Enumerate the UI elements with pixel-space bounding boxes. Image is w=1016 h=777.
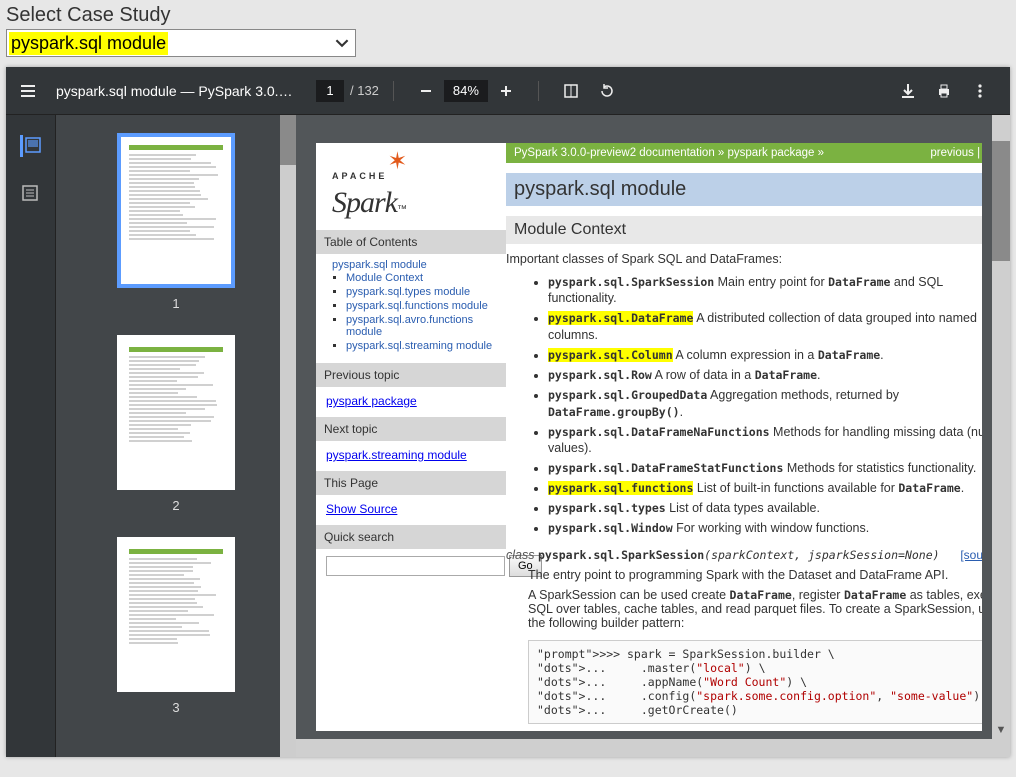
zoom-out-button[interactable]: [416, 81, 436, 101]
api-item: pyspark.sql.Row A row of data in a DataF…: [548, 365, 982, 385]
zoom-in-button[interactable]: [496, 81, 516, 101]
doc-scrollbar-v-knob[interactable]: [992, 141, 1010, 261]
logo-apache: APACHE: [332, 171, 387, 181]
api-item: pyspark.sql.Column A column expression i…: [548, 346, 982, 366]
doc-sidebar: APACHE✶ Spark™ Table of Contents pyspark…: [316, 143, 506, 731]
thumb-scrollbar[interactable]: [280, 115, 296, 757]
spark-logo: APACHE✶ Spark™: [316, 143, 506, 228]
page-number-input[interactable]: [316, 80, 344, 102]
breadcrumb-prev[interactable]: previous: [930, 147, 973, 159]
download-icon[interactable]: [898, 81, 918, 101]
api-item: pyspark.sql.functions List of built-in f…: [548, 479, 982, 499]
chevron-down-icon: [335, 36, 349, 50]
intro-text: Important classes of Spark SQL and DataF…: [506, 252, 982, 266]
viewer-left-rail: [6, 115, 56, 757]
thumbnail-label: 3: [172, 700, 179, 715]
thumbnails-icon[interactable]: [20, 135, 42, 157]
api-item: pyspark.sql.SparkSession Main entry poin…: [548, 272, 982, 309]
next-topic-header: Next topic: [316, 417, 506, 441]
document-title: pyspark.sql module — PySpark 3.0.0-...: [56, 83, 296, 99]
api-item: pyspark.sql.types List of data types ava…: [548, 499, 982, 519]
toc-header: Table of Contents: [316, 230, 506, 254]
page-content: APACHE✶ Spark™ Table of Contents pyspark…: [316, 143, 982, 731]
source-link[interactable]: [source]: [960, 548, 982, 562]
api-item: pyspark.sql.GroupedData Aggregation meth…: [548, 385, 982, 422]
toc-link[interactable]: Module Context: [346, 272, 423, 284]
api-item: pyspark.sql.DataFrame A distributed coll…: [548, 309, 982, 346]
thumbnail[interactable]: [117, 335, 235, 490]
doc-scrollbar-h[interactable]: [296, 739, 992, 757]
logo-name: Spark: [332, 186, 397, 219]
thumbnail-panel: 1 2 3: [56, 115, 296, 757]
this-page-header: This Page: [316, 471, 506, 495]
prev-topic-header: Previous topic: [316, 363, 506, 387]
fit-page-icon[interactable]: [561, 81, 581, 101]
thumbnail[interactable]: [117, 133, 235, 288]
select-value: pyspark.sql module: [9, 32, 168, 55]
print-icon[interactable]: [934, 81, 954, 101]
breadcrumb-path: PySpark 3.0.0-preview2 documentation » p…: [514, 147, 824, 159]
document-area: ▲ ▼ APACHE✶ Spark™ Table of Contents pys…: [296, 115, 1010, 757]
toc-body: pyspark.sql module Module Context pyspark…: [316, 254, 506, 361]
thumbnail-label: 2: [172, 498, 179, 513]
class-signature: class pyspark.sql.SparkSession(sparkCont…: [506, 548, 982, 562]
rotate-icon[interactable]: [597, 81, 617, 101]
doc-main: PySpark 3.0.0-preview2 documentation » p…: [506, 143, 982, 731]
quick-search-input[interactable]: [326, 556, 505, 576]
toc-link[interactable]: pyspark.sql.functions module: [346, 300, 488, 312]
api-item: pyspark.sql.Window For working with wind…: [548, 518, 982, 538]
page-total: / 132: [350, 83, 379, 98]
pdf-viewer: pyspark.sql module — PySpark 3.0.0-... /…: [6, 67, 1010, 757]
scroll-down-arrow[interactable]: ▼: [992, 721, 1010, 739]
class-body: A SparkSession can be used create DataFr…: [528, 588, 982, 630]
api-item: pyspark.sql.DataFrameStatFunctions Metho…: [548, 459, 982, 479]
form-label: Select Case Study: [6, 4, 1010, 27]
breadcrumb: PySpark 3.0.0-preview2 documentation » p…: [506, 143, 982, 163]
class-desc: The entry point to programming Spark wit…: [528, 568, 982, 582]
thumbnail[interactable]: [117, 537, 235, 692]
section-title: Module Context: [506, 216, 982, 244]
code-example: "prompt">>>> spark = SparkSession.builde…: [528, 640, 982, 724]
api-list: pyspark.sql.SparkSession Main entry poin…: [548, 272, 982, 538]
prev-topic-link[interactable]: pyspark package: [326, 394, 417, 408]
next-topic-link[interactable]: pyspark.streaming module: [326, 448, 467, 462]
toc-root-link[interactable]: pyspark.sql module: [332, 259, 427, 271]
thumb-scrollbar-knob[interactable]: [280, 115, 296, 165]
toc-link[interactable]: pyspark.sql.streaming module: [346, 340, 492, 352]
toc-link[interactable]: pyspark.sql.types module: [346, 286, 470, 298]
api-item: pyspark.sql.DataFrameNaFunctions Methods…: [548, 422, 982, 459]
viewer-toolbar: pyspark.sql module — PySpark 3.0.0-... /…: [6, 67, 1010, 115]
menu-icon[interactable]: [18, 81, 38, 101]
page-title: pyspark.sql module: [506, 173, 982, 206]
outline-icon[interactable]: [20, 183, 42, 205]
thumbnail-label: 1: [172, 296, 179, 311]
more-icon[interactable]: [970, 81, 990, 101]
show-source-link[interactable]: Show Source: [326, 502, 397, 516]
toc-link[interactable]: pyspark.sql.avro.functions module: [346, 314, 473, 338]
zoom-level[interactable]: 84%: [444, 80, 488, 102]
quick-search-header: Quick search: [316, 525, 506, 549]
case-study-select[interactable]: pyspark.sql module: [6, 29, 356, 57]
